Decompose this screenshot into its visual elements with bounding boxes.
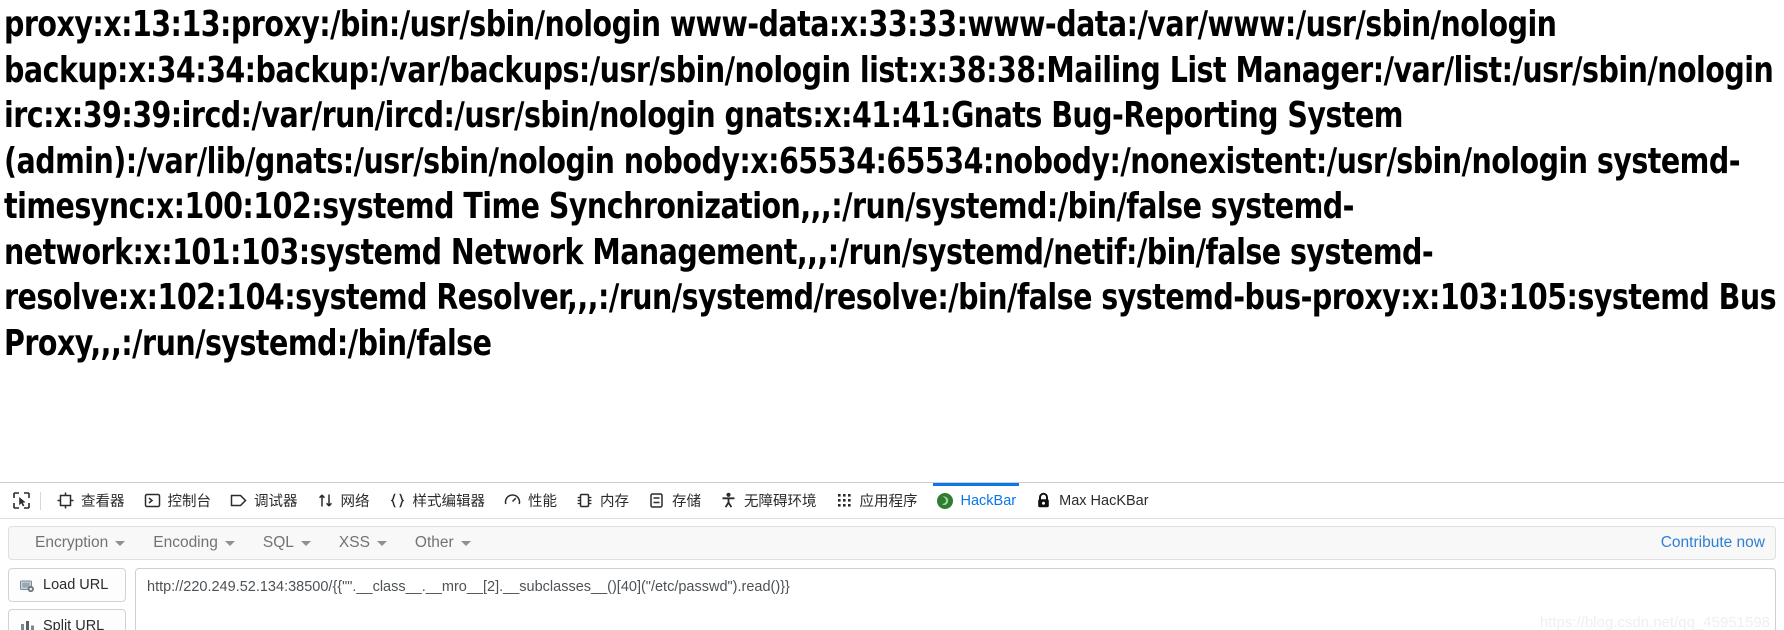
devtools-tab-toolbar: 查看器 控制台 调试器 网络 样式编辑器 性能 内存 存储 无障碍环境 应用程序… <box>0 483 1784 519</box>
hackbar-icon <box>936 491 955 510</box>
application-icon <box>835 491 854 510</box>
network-icon <box>316 491 335 510</box>
menu-encryption-label: Encryption <box>35 534 109 551</box>
tab-performance-label: 性能 <box>528 494 557 510</box>
storage-icon <box>647 491 666 510</box>
split-url-button[interactable]: Split URL <box>8 609 126 630</box>
etc-passwd-dump-text: proxy:x:13:13:proxy:/bin:/usr/sbin/nolog… <box>4 4 1777 364</box>
tab-hackbar-label: HackBar <box>960 492 1017 509</box>
menu-sql[interactable]: SQL <box>249 534 325 552</box>
tab-accessibility-label: 无障碍环境 <box>744 494 817 510</box>
menu-other-label: Other <box>414 534 454 551</box>
memory-icon <box>575 491 594 510</box>
tab-console[interactable]: 控制台 <box>134 484 221 518</box>
menu-xss[interactable]: XSS <box>325 534 401 552</box>
devtools-panel: 查看器 控制台 调试器 网络 样式编辑器 性能 内存 存储 无障碍环境 应用程序… <box>0 482 1784 630</box>
console-icon <box>143 491 162 510</box>
tab-hackbar[interactable]: HackBar <box>927 483 1026 518</box>
tab-network-label: 网络 <box>340 494 370 510</box>
chevron-down-icon <box>376 540 387 546</box>
split-url-label: Split URL <box>43 618 105 630</box>
element-picker-icon[interactable] <box>6 488 36 514</box>
tab-storage-label: 存储 <box>672 494 701 510</box>
hackbar-panel: Encryption Encoding SQL XSS Other Contri… <box>0 526 1784 630</box>
load-url-label: Load URL <box>43 577 109 593</box>
style-editor-icon <box>388 491 407 510</box>
chevron-down-icon <box>224 540 235 546</box>
padlock-icon <box>1034 491 1053 510</box>
tab-memory[interactable]: 内存 <box>566 484 638 518</box>
tab-debugger[interactable]: 调试器 <box>220 484 307 518</box>
menu-xss-label: XSS <box>338 534 370 551</box>
tab-style-editor-label: 样式编辑器 <box>412 494 486 510</box>
tab-max-hackbar[interactable]: Max HacKBar <box>1025 484 1157 518</box>
menu-other[interactable]: Other <box>401 534 485 552</box>
tab-application-label: 应用程序 <box>859 494 918 510</box>
tab-accessibility[interactable]: 无障碍环境 <box>710 484 826 518</box>
menu-encoding-label: Encoding <box>153 534 218 551</box>
tab-inspector-label: 查看器 <box>81 494 125 510</box>
load-url-icon <box>18 576 36 594</box>
tab-debugger-label: 调试器 <box>254 494 298 510</box>
hackbar-button-column: Load URL Split URL <box>8 568 126 630</box>
tab-application[interactable]: 应用程序 <box>826 484 927 518</box>
tab-network[interactable]: 网络 <box>307 484 379 518</box>
tab-memory-label: 内存 <box>600 494 629 510</box>
tab-storage[interactable]: 存储 <box>638 484 710 518</box>
url-input[interactable]: http://220.249.52.134:38500/{{"".__class… <box>135 568 1776 630</box>
hackbar-body: Load URL Split URL http://220.249.52.134… <box>0 560 1784 630</box>
chevron-down-icon <box>115 540 126 546</box>
tab-inspector[interactable]: 查看器 <box>47 484 134 518</box>
performance-icon <box>503 491 522 510</box>
tab-console-label: 控制台 <box>167 494 212 510</box>
toolbar-divider <box>40 491 41 510</box>
menu-encoding[interactable]: Encoding <box>139 534 249 552</box>
menu-encryption[interactable]: Encryption <box>21 534 139 552</box>
accessibility-icon <box>719 491 738 510</box>
load-url-button[interactable]: Load URL <box>8 568 126 602</box>
browser-window: proxy:x:13:13:proxy:/bin:/usr/sbin/nolog… <box>0 0 1784 630</box>
contribute-link[interactable]: Contribute now <box>1661 534 1765 552</box>
hackbar-menubar: Encryption Encoding SQL XSS Other Contri… <box>8 526 1776 560</box>
chevron-down-icon <box>460 540 471 546</box>
tab-performance[interactable]: 性能 <box>494 484 566 518</box>
page-content-area: proxy:x:13:13:proxy:/bin:/usr/sbin/nolog… <box>0 0 1784 482</box>
chevron-down-icon <box>300 540 311 546</box>
tab-max-hackbar-label: Max HacKBar <box>1059 492 1149 509</box>
debugger-icon <box>229 491 248 510</box>
tab-style-editor[interactable]: 样式编辑器 <box>379 484 495 518</box>
menu-sql-label: SQL <box>262 534 294 551</box>
inspector-icon <box>56 491 75 510</box>
split-url-icon <box>18 617 36 630</box>
